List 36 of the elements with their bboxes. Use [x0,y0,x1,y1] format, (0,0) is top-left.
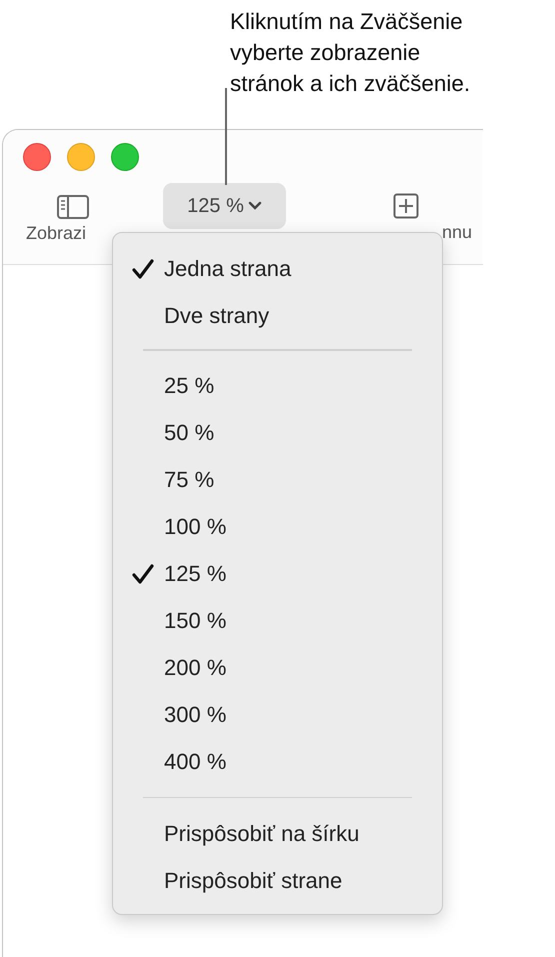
sidebar-icon[interactable] [57,195,89,219]
zoom-button[interactable]: 125 % [163,183,286,229]
callout-text: Kliknutím na Zväčšenie vyberte zobrazenie stránok a ich zväčšenie. [230,8,472,98]
menu-item[interactable]: Dve strany [113,292,442,339]
menu-item[interactable]: Prispôsobiť strane [113,857,442,904]
toolbar-label: nnu [442,222,472,243]
menu-item-label: 400 % [164,749,226,775]
menu-item-label: 125 % [164,561,226,587]
menu-item-label: Dve strany [164,302,270,328]
menu-item[interactable]: 125 % [113,550,442,598]
menu-item-label: 50 % [164,420,214,446]
menu-item[interactable]: 75 % [113,456,442,504]
menu-item-label: Jedna strana [164,256,292,282]
menu-item[interactable]: 100 % [113,504,442,550]
menu-item[interactable]: Prispôsobiť na šírku [113,810,442,857]
menu-item[interactable]: 25 % [113,362,442,410]
menu-item-label: 200 % [164,655,226,681]
menu-item-label: 25 % [164,373,214,399]
menu-item[interactable]: 150 % [113,598,442,644]
menu-item-label: 300 % [164,702,226,728]
menu-item[interactable]: 200 % [113,644,442,692]
menu-item-label: 150 % [164,608,226,634]
menu-item-label: Prispôsobiť na šírku [164,820,360,846]
minimize-button[interactable] [67,142,95,170]
chevron-icon [248,201,262,211]
add-icon[interactable] [393,193,419,219]
menu-item[interactable]: Jedna strana [113,245,442,292]
close-button[interactable] [23,142,51,170]
zoom-window-button[interactable] [111,142,139,170]
menu-item-label: Prispôsobiť strane [164,868,342,894]
menu-item[interactable]: 300 % [113,692,442,738]
menu-item[interactable]: 50 % [113,410,442,456]
toolbar-label: Zobrazi [26,223,86,244]
menu-item-label: 75 % [164,467,214,493]
menu-item-label: 100 % [164,514,226,540]
menu-item[interactable]: 400 % [113,738,442,786]
